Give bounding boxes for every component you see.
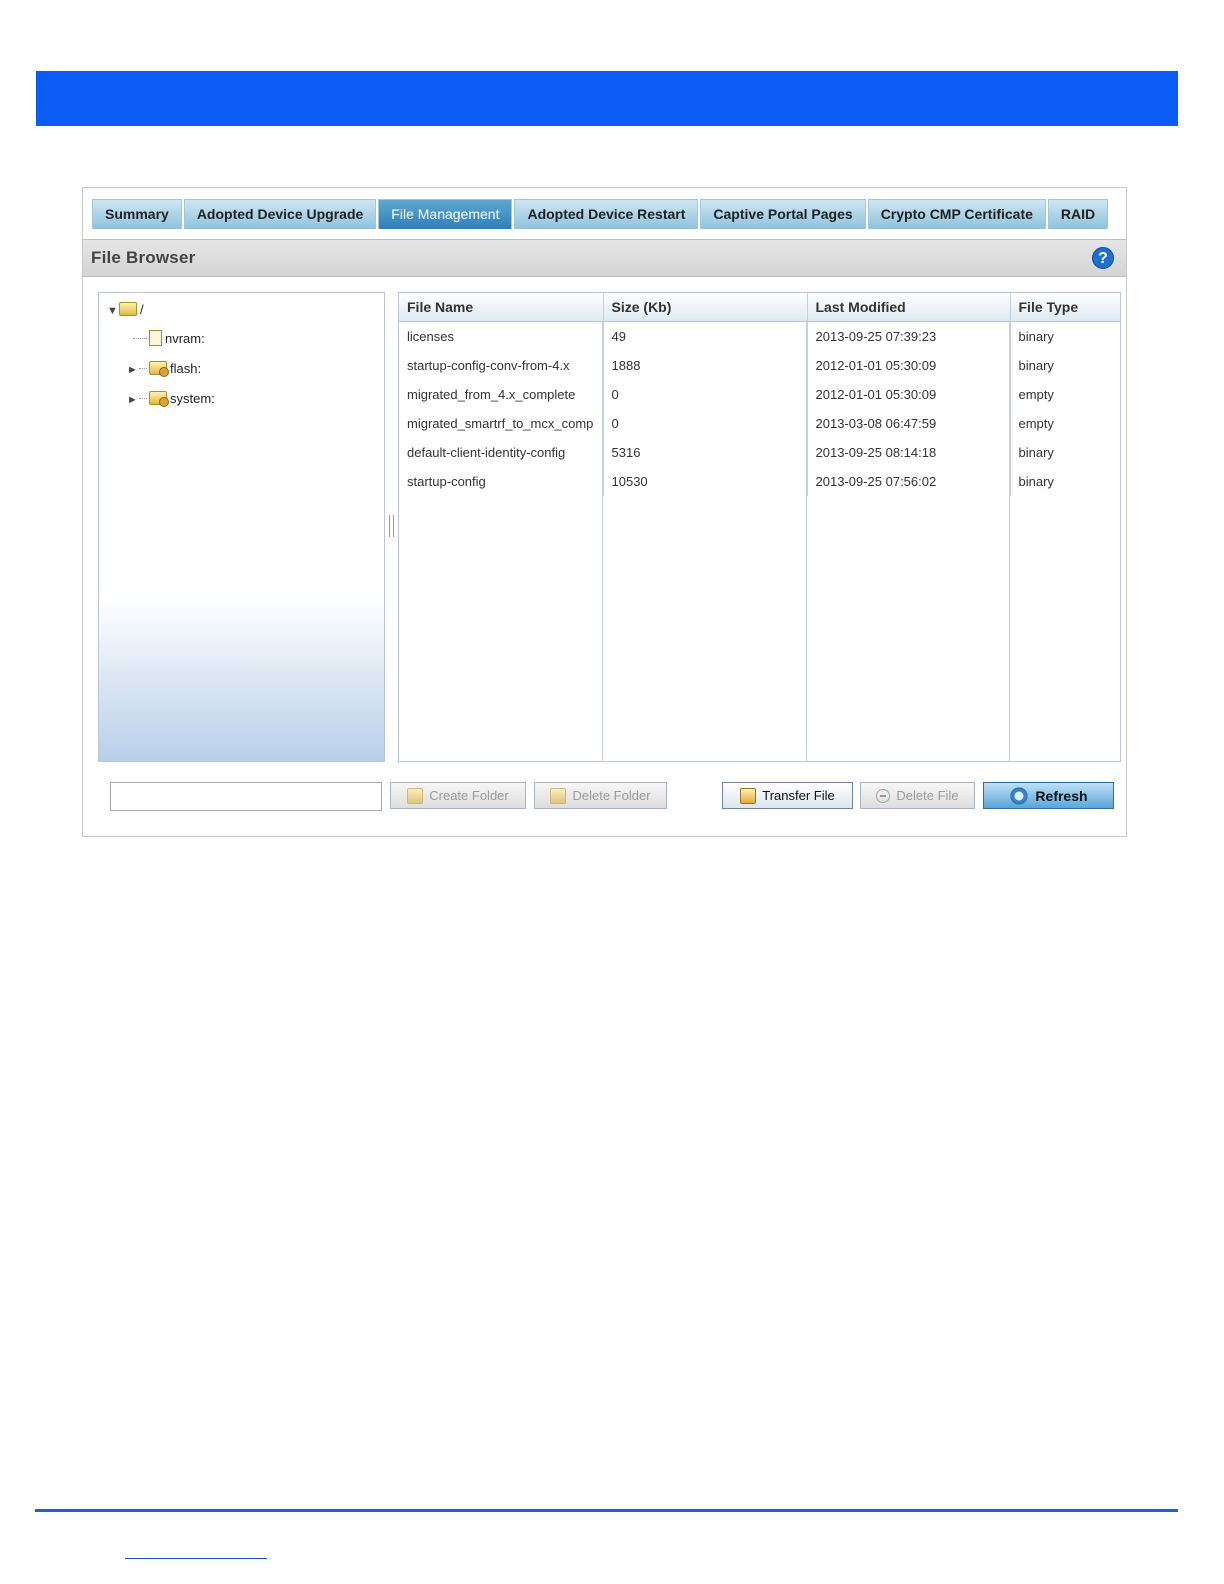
column-header-last-modified[interactable]: Last Modified (807, 293, 1011, 322)
file-icon (149, 330, 162, 346)
cell-file-type: empty (1018, 387, 1054, 402)
tab-file-management[interactable]: File Management (378, 199, 513, 229)
cell-file-type: binary (1018, 358, 1054, 373)
cell-file-name: startup-config-conv-from-4.x (399, 351, 604, 380)
cell-file-type: binary (1018, 445, 1054, 460)
cell-file-type: empty (1018, 416, 1054, 431)
table-row[interactable]: startup-config-conv-from-4.x 1888 2012-0… (399, 351, 1120, 380)
tree-connector (133, 338, 147, 339)
file-table: File Name Size (Kb) Last Modified File T… (398, 292, 1121, 762)
delete-file-button[interactable]: Delete File (860, 782, 975, 809)
tab-crypto-cmp-certificate[interactable]: Crypto CMP Certificate (867, 199, 1046, 229)
cell-size: 0 (603, 380, 808, 409)
table-row[interactable]: licenses 49 2013-09-25 07:39:23 binary (399, 321, 1120, 351)
system-folder-icon (149, 361, 169, 377)
table-row[interactable]: migrated_smartrf_to_mcx_comp 0 2013-03-0… (399, 409, 1120, 438)
tree-connector (139, 398, 147, 399)
cell-size: 1888 (603, 351, 808, 380)
footer-rule (35, 1509, 1178, 1512)
create-folder-button[interactable]: Create Folder (390, 782, 526, 809)
column-divider (1009, 322, 1010, 761)
transfer-file-button[interactable]: Transfer File (722, 782, 853, 809)
cell-file-type: binary (1018, 329, 1054, 344)
tree-node-label: nvram: (165, 331, 205, 346)
tab-adopted-device-restart[interactable]: Adopted Device Restart (514, 199, 699, 229)
cell-last-modified: 2012-01-01 05:30:09 (807, 380, 1011, 409)
transfer-file-icon (740, 787, 757, 804)
file-management-panel: Summary Adopted Device Upgrade File Mana… (82, 187, 1127, 837)
tree-node-root[interactable]: ▼ / (107, 301, 144, 319)
collapsed-triangle-icon[interactable]: ► (127, 391, 139, 409)
expanded-triangle-icon[interactable]: ▼ (107, 302, 119, 320)
tree-node-label: flash: (170, 361, 202, 376)
cell-file-name: licenses (399, 321, 604, 351)
cell-last-modified: 2012-01-01 05:30:09 (807, 351, 1011, 380)
system-folder-icon (149, 391, 169, 407)
tab-adopted-device-upgrade[interactable]: Adopted Device Upgrade (183, 199, 377, 229)
cell-last-modified: 2013-09-25 08:14:18 (807, 438, 1011, 467)
tab-summary[interactable]: Summary (92, 199, 182, 229)
delete-folder-icon (550, 787, 567, 804)
cell-file-name: migrated_from_4.x_complete (399, 380, 604, 409)
minus-circle-icon (876, 788, 891, 803)
cell-last-modified: 2013-09-25 07:39:23 (807, 321, 1011, 351)
pane-splitter-handle[interactable] (389, 515, 394, 537)
tab-captive-portal-pages[interactable]: Captive Portal Pages (700, 199, 866, 229)
tree-node-label: system: (170, 391, 215, 406)
file-browser-title: File Browser (91, 248, 196, 267)
cell-size: 0 (603, 409, 808, 438)
tree-node-label: / (140, 302, 144, 317)
cell-size: 49 (603, 321, 808, 351)
refresh-button[interactable]: Refresh (983, 782, 1114, 809)
file-table-grid: File Name Size (Kb) Last Modified File T… (399, 293, 1120, 496)
file-browser-titlebar: File Browser ? (83, 239, 1126, 277)
column-header-size[interactable]: Size (Kb) (603, 293, 808, 322)
column-header-file-type[interactable]: File Type (1010, 293, 1120, 322)
refresh-label: Refresh (1035, 787, 1088, 804)
create-folder-label: Create Folder (429, 788, 509, 803)
refresh-icon (1009, 785, 1030, 806)
cell-last-modified: 2013-09-25 07:56:02 (807, 467, 1011, 496)
footer-link-underline (125, 1558, 267, 1559)
folder-tree: ▼ / nvram: ► flash: ► system: (98, 292, 385, 762)
header-band (36, 71, 1178, 126)
cell-file-type: binary (1018, 474, 1054, 489)
question-mark-icon[interactable]: ? (1092, 247, 1114, 269)
delete-folder-button[interactable]: Delete Folder (534, 782, 667, 809)
tree-node-system[interactable]: ► system: (127, 390, 215, 408)
tree-node-nvram[interactable]: nvram: (133, 330, 205, 348)
column-divider (602, 322, 603, 761)
cell-size: 5316 (603, 438, 808, 467)
tab-bar: Summary Adopted Device Upgrade File Mana… (92, 199, 1110, 229)
cell-file-name: default-client-identity-config (399, 438, 604, 467)
cell-file-name: startup-config (399, 467, 604, 496)
table-row[interactable]: migrated_from_4.x_complete 0 2012-01-01 … (399, 380, 1120, 409)
tree-node-flash[interactable]: ► flash: (127, 360, 201, 378)
cell-size: 10530 (603, 467, 808, 496)
delete-folder-label: Delete Folder (572, 788, 651, 803)
create-folder-icon (407, 787, 424, 804)
collapsed-triangle-icon[interactable]: ► (127, 361, 139, 379)
folder-path-input[interactable] (110, 782, 382, 811)
table-row[interactable]: startup-config 10530 2013-09-25 07:56:02… (399, 467, 1120, 496)
column-header-file-name[interactable]: File Name (399, 293, 604, 322)
transfer-file-label: Transfer File (762, 788, 835, 803)
folder-open-icon (119, 302, 137, 316)
table-header-row: File Name Size (Kb) Last Modified File T… (399, 293, 1120, 322)
table-row[interactable]: default-client-identity-config 5316 2013… (399, 438, 1120, 467)
column-divider (806, 322, 807, 761)
cell-last-modified: 2013-03-08 06:47:59 (807, 409, 1011, 438)
tree-connector (139, 368, 147, 369)
delete-file-label: Delete File (896, 788, 959, 803)
cell-file-name: migrated_smartrf_to_mcx_comp (399, 409, 604, 438)
tab-raid[interactable]: RAID (1047, 199, 1109, 229)
